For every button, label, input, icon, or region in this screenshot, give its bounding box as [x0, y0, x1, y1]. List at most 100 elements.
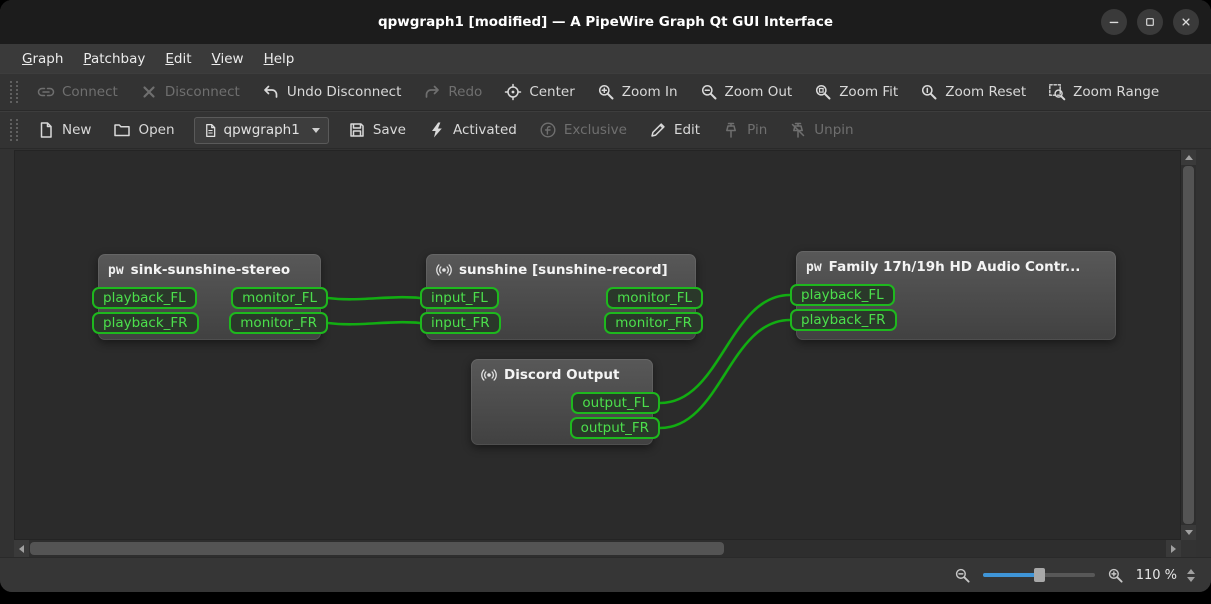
button-label: Zoom Out	[724, 84, 793, 100]
scroll-up-button[interactable]	[1181, 150, 1196, 165]
zoom-slider-handle[interactable]	[1033, 568, 1045, 582]
zoom-reset-button[interactable]: Zoom Reset	[909, 78, 1037, 106]
zoom-out-button[interactable]: Zoom Out	[689, 78, 804, 106]
graph-canvas[interactable]: pw sink-sunshine-stereo playback_FL play…	[14, 150, 1181, 540]
pin-icon	[726, 122, 737, 138]
horizontal-scrollbar[interactable]	[14, 540, 1181, 557]
node-sunshine[interactable]: sunshine [sunshine-record] input_FL inpu…	[420, 254, 703, 340]
open-button[interactable]: Open	[102, 116, 185, 144]
undo-icon	[263, 85, 278, 98]
chevron-down-icon	[311, 127, 320, 133]
vertical-scrollbar-thumb[interactable]	[1183, 166, 1194, 524]
exclusive-button: Exclusive	[528, 116, 638, 144]
disconnect-button: Disconnect	[129, 78, 251, 106]
port-pill[interactable]: playback_FL	[790, 284, 895, 306]
node-header: pw Family 17h/19h HD Audio Contr...	[796, 251, 1116, 280]
port-pill[interactable]: playback_FL	[92, 287, 197, 309]
minimize-icon	[1109, 21, 1119, 24]
save-icon	[350, 123, 364, 137]
zoom-fit-icon	[816, 84, 831, 100]
node-title: sunshine [sunshine-record]	[459, 262, 668, 278]
arrow-left-icon	[19, 544, 24, 553]
scroll-right-button[interactable]	[1166, 540, 1181, 557]
button-label: Center	[529, 84, 575, 100]
port-pill[interactable]: input_FR	[420, 312, 501, 334]
toolbar-drag-handle[interactable]	[10, 81, 18, 103]
new-file-icon	[40, 122, 52, 138]
center-icon	[505, 83, 522, 101]
zoom-in-button[interactable]: Zoom In	[586, 78, 689, 106]
zoom-fit-button[interactable]: Zoom Fit	[803, 78, 909, 106]
spin-up-button[interactable]	[1187, 568, 1195, 574]
menu-graph[interactable]: Graph	[12, 47, 73, 71]
port-pill[interactable]: monitor_FL	[606, 287, 703, 309]
port-pill[interactable]: output_FR	[569, 417, 660, 439]
button-label: Connect	[62, 84, 118, 100]
menu-edit[interactable]: Edit	[155, 47, 201, 71]
pipewire-icon: pw	[806, 259, 822, 275]
center-button[interactable]: Center	[493, 78, 585, 106]
scroll-left-button[interactable]	[14, 540, 29, 557]
node-sink-sunshine-stereo[interactable]: pw sink-sunshine-stereo playback_FL play…	[92, 254, 328, 340]
pin-button: Pin	[711, 116, 778, 144]
button-label: New	[62, 122, 92, 138]
graph-toolbar: Connect Disconnect Undo Disconnect Redo …	[0, 73, 1211, 111]
pipewire-icon: pw	[108, 262, 124, 278]
zoom-slider-fill	[982, 573, 1039, 577]
connection-cable[interactable]	[326, 295, 422, 301]
patchbay-file-icon	[205, 123, 215, 137]
menu-view[interactable]: View	[202, 47, 254, 71]
arrow-down-icon	[1184, 530, 1193, 535]
port-pill[interactable]: playback_FR	[790, 309, 897, 331]
node-family-hd-audio[interactable]: pw Family 17h/19h HD Audio Contr... play…	[790, 251, 1116, 340]
node-title: sink-sunshine-stereo	[130, 262, 291, 278]
undo-disconnect-button[interactable]: Undo Disconnect	[251, 78, 413, 106]
button-label: Activated	[452, 122, 517, 138]
node-discord-output[interactable]: Discord Output output_FL output_FR	[471, 359, 660, 445]
button-label: Unpin	[814, 122, 854, 138]
scroll-down-button[interactable]	[1181, 525, 1196, 540]
patchbay-selector[interactable]: qpwgraph1	[193, 116, 329, 144]
connections-layer	[326, 293, 792, 430]
redo-icon	[426, 85, 440, 98]
menubar: Graph Patchbay Edit View Help	[0, 44, 1211, 73]
statusbar: 110 %	[0, 557, 1211, 592]
port-pill[interactable]: monitor_FL	[231, 287, 328, 309]
new-button[interactable]: New	[26, 116, 102, 144]
maximize-button[interactable]	[1137, 9, 1163, 35]
scrollbar-corner	[1181, 540, 1196, 557]
port-pill[interactable]: monitor_FR	[229, 312, 328, 334]
port-pill[interactable]: playback_FR	[92, 312, 199, 334]
port-pill[interactable]: monitor_FR	[604, 312, 703, 334]
zoom-in-icon	[1108, 568, 1123, 583]
activated-button[interactable]: Activated	[417, 116, 528, 144]
connection-cable[interactable]	[326, 320, 422, 326]
button-label: Open	[138, 122, 175, 138]
node-header: Discord Output	[471, 359, 653, 388]
toolbar-drag-handle[interactable]	[10, 119, 18, 141]
patchbay-toolbar: New Open qpwgraph1 Save Activated Exclus…	[0, 111, 1211, 149]
zoom-in-icon	[598, 84, 614, 100]
edit-button[interactable]: Edit	[638, 116, 711, 144]
patchbay-selector-value: qpwgraph1	[223, 122, 300, 138]
save-button[interactable]: Save	[337, 116, 417, 144]
titlebar[interactable]: qpwgraph1 [modified] — A PipeWire Graph …	[0, 0, 1211, 44]
menu-patchbay[interactable]: Patchbay	[73, 47, 155, 71]
port-pill[interactable]: output_FL	[571, 392, 660, 414]
lightning-icon	[431, 122, 442, 138]
port-pill[interactable]: input_FL	[420, 287, 499, 309]
zoom-slider[interactable]	[982, 568, 1095, 582]
redo-button: Redo	[412, 78, 493, 106]
vertical-scrollbar[interactable]	[1181, 150, 1196, 540]
horizontal-scrollbar-thumb[interactable]	[30, 542, 724, 555]
spin-down-button[interactable]	[1187, 576, 1195, 582]
zoom-spinbox[interactable]: 110 %	[1136, 568, 1195, 583]
close-button[interactable]	[1173, 9, 1199, 35]
menu-help[interactable]: Help	[254, 47, 305, 71]
arrow-right-icon	[1171, 544, 1176, 553]
minimize-button[interactable]	[1101, 9, 1127, 35]
spin-buttons	[1183, 568, 1195, 582]
unpin-icon	[792, 122, 805, 138]
zoom-range-button[interactable]: Zoom Range	[1037, 78, 1170, 106]
app-window: qpwgraph1 [modified] — A PipeWire Graph …	[0, 0, 1211, 592]
